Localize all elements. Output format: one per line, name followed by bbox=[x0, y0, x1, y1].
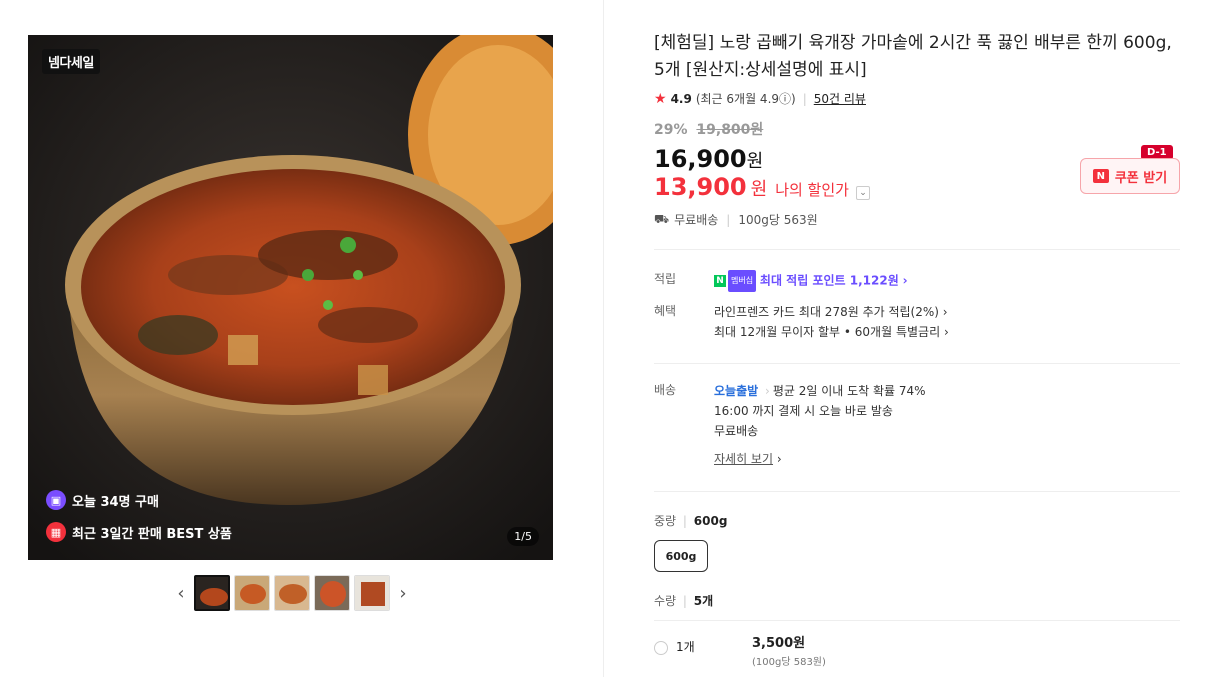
chevron-right-icon: › bbox=[776, 452, 782, 466]
today-buy-text: 오늘 34명 구매 bbox=[72, 494, 159, 510]
divider bbox=[654, 249, 1180, 250]
yukgaejang-photo bbox=[28, 35, 553, 560]
rating-recent: (최근 6개월 4.9ⓘ) bbox=[695, 92, 796, 106]
sale-badge: 넴다세일 bbox=[42, 49, 100, 74]
membership-badge: 멤버십 bbox=[728, 270, 757, 292]
rating-value: 4.9 bbox=[670, 91, 692, 106]
divider bbox=[654, 620, 1180, 621]
benefit-line-2[interactable]: 최대 12개월 무이자 할부 • 60개월 특별금리 › bbox=[714, 322, 1180, 342]
chevron-right-icon: › bbox=[902, 273, 908, 288]
shipping-text: 무료배송 bbox=[674, 213, 719, 227]
chevron-down-icon[interactable]: ⌄ bbox=[855, 186, 870, 200]
rating-row: ★ 4.9 (최근 6개월 4.9ⓘ) | 50건 리뷰 bbox=[654, 90, 1180, 107]
weight-option-600g[interactable]: 600g bbox=[654, 540, 708, 572]
qty-row-label: 1개 bbox=[676, 640, 695, 654]
qty-row-price-block: 3,500원 (100g당 583원) bbox=[752, 632, 826, 668]
weight-key: 중량 bbox=[654, 514, 677, 528]
shipping-row: ⛟ 무료배송 | 100g당 563원 bbox=[654, 211, 1180, 228]
my-price-label: 나의 할인가 bbox=[775, 181, 849, 199]
delivery-lines: 오늘출발 › 평균 2일 이내 도착 확률 74% 16:00 까지 결제 시 오… bbox=[714, 381, 1180, 469]
star-icon: ★ bbox=[654, 90, 667, 107]
qty-option: 수량 | 5개 bbox=[654, 592, 1180, 609]
next-thumb-arrow[interactable]: › bbox=[394, 575, 412, 611]
benefit-text-1: 라인프렌즈 카드 최대 278원 추가 적립(2%) bbox=[714, 305, 939, 319]
qty-option-row[interactable]: 1개 3,500원 (100g당 583원) bbox=[654, 632, 1180, 668]
bag-icon: ▣ bbox=[46, 490, 66, 510]
separator: | bbox=[682, 514, 687, 528]
chevron-right-icon: › bbox=[943, 325, 949, 339]
delivery-cutoff: 16:00 까지 결제 시 오늘 바로 발송 bbox=[714, 404, 893, 418]
benefit-lines: 라인프렌즈 카드 최대 278원 추가 적립(2%) › 최대 12개월 무이자… bbox=[714, 302, 1180, 342]
delivery-row: 배송 오늘출발 › 평균 2일 이내 도착 확률 74% 16:00 까지 결제 … bbox=[654, 381, 1180, 469]
delivery-free: 무료배송 bbox=[714, 424, 759, 438]
delivery-detail[interactable]: 자세히 보기 › bbox=[714, 449, 1180, 469]
separator: › bbox=[765, 384, 770, 398]
qty-key: 수량 bbox=[654, 594, 677, 608]
point-text: 최대 적립 포인트 1,122원 bbox=[759, 273, 899, 288]
thumbnail-3[interactable] bbox=[274, 575, 310, 611]
weight-value: 600g bbox=[693, 514, 728, 528]
naver-n-icon: N bbox=[1092, 169, 1109, 183]
plus-icon: N bbox=[714, 275, 726, 287]
separator: | bbox=[726, 212, 731, 227]
benefit-key: 혜택 bbox=[654, 304, 677, 318]
image-page-indicator: 1/5 bbox=[507, 527, 539, 546]
prev-thumb-arrow[interactable]: ‹ bbox=[172, 575, 190, 611]
qty-row-unit: (100g당 583원) bbox=[752, 657, 826, 668]
panel-divider bbox=[603, 0, 604, 677]
product-main-image[interactable]: 넴다세일 ▣ 오늘 34명 구매 ▦ 최근 3일간 판매 BEST 상품 1/5 bbox=[28, 35, 553, 560]
sale-price-value: 16,900 bbox=[654, 145, 747, 173]
benefit-line-1[interactable]: 라인프렌즈 카드 최대 278원 추가 적립(2%) › bbox=[714, 302, 1180, 322]
divider bbox=[654, 363, 1180, 364]
weight-label: 중량 | 600g bbox=[654, 512, 1180, 529]
separator: | bbox=[802, 91, 807, 106]
benefit-text-2: 최대 12개월 무이자 할부 • 60개월 특별금리 bbox=[714, 325, 941, 339]
point-row: 적립 N 멤버십 최대 적립 포인트 1,122원 › bbox=[654, 270, 1180, 292]
separator: | bbox=[682, 594, 687, 608]
today-ship-label: 오늘출발 bbox=[714, 384, 759, 398]
unit-price: 100g당 563원 bbox=[738, 213, 818, 227]
qty-row-price: 3,500원 bbox=[752, 636, 806, 651]
thumbnail-2[interactable] bbox=[234, 575, 270, 611]
delivery-key: 배송 bbox=[654, 383, 677, 397]
delivery-block: 배송 오늘출발 › 평균 2일 이내 도착 확률 74% 16:00 까지 결제 … bbox=[654, 381, 1180, 469]
benefit-row: 혜택 라인프렌즈 카드 최대 278원 추가 적립(2%) › 최대 12개월 … bbox=[654, 302, 1180, 342]
best-seller: ▦ 최근 3일간 판매 BEST 상품 bbox=[46, 522, 232, 542]
divider bbox=[654, 491, 1180, 492]
thumbnail-1[interactable] bbox=[194, 575, 230, 611]
product-info: [체험딜] 노랑 곱빼기 육개장 가마솥에 2시간 푹 끓인 배부른 한끼 60… bbox=[654, 30, 1180, 228]
original-price: 19,800원 bbox=[696, 122, 764, 138]
product-title: [체험딜] 노랑 곱빼기 육개장 가마솥에 2시간 푹 끓인 배부른 한끼 60… bbox=[654, 33, 1172, 80]
review-link[interactable]: 50건 리뷰 bbox=[814, 90, 866, 107]
sale-price-unit: 원 bbox=[746, 151, 764, 172]
qty-label: 수량 | 5개 bbox=[654, 592, 1180, 609]
discount-row: 29% 19,800원 bbox=[654, 119, 1180, 139]
naver-pay-badge: N 멤버십 bbox=[714, 270, 757, 292]
truck-icon: ⛟ bbox=[654, 211, 670, 226]
best-text: 최근 3일간 판매 BEST 상품 bbox=[72, 526, 232, 542]
my-price-unit: 원 bbox=[750, 179, 768, 200]
delivery-line-1: 오늘출발 › 평균 2일 이내 도착 확률 74% bbox=[714, 381, 1180, 401]
point-value[interactable]: N 멤버십 최대 적립 포인트 1,122원 › bbox=[714, 270, 1180, 292]
weight-option: 중량 | 600g bbox=[654, 512, 1180, 529]
discount-percent: 29% bbox=[654, 122, 688, 138]
thumbnail-strip: ‹ › bbox=[172, 575, 412, 611]
my-price-value: 13,900 bbox=[654, 173, 747, 201]
thumbnail-4[interactable] bbox=[314, 575, 350, 611]
detail-link[interactable]: 자세히 보기 bbox=[714, 452, 773, 466]
point-key: 적립 bbox=[654, 272, 677, 286]
thumbnail-5[interactable] bbox=[354, 575, 390, 611]
coupon-button[interactable]: N 쿠폰 받기 bbox=[1080, 158, 1180, 194]
coupon-label: 쿠폰 받기 bbox=[1114, 170, 1168, 186]
chevron-right-icon: › bbox=[942, 305, 948, 319]
qty-value: 5개 bbox=[693, 594, 714, 608]
benefits-block: 적립 N 멤버십 최대 적립 포인트 1,122원 › 혜택 라인프렌즈 카드 최… bbox=[654, 270, 1180, 342]
qty-radio[interactable] bbox=[654, 641, 668, 655]
gift-icon: ▦ bbox=[46, 522, 66, 542]
delivery-avg: 평균 2일 이내 도착 확률 74% bbox=[772, 384, 926, 398]
today-buy-count: ▣ 오늘 34명 구매 bbox=[46, 490, 159, 510]
